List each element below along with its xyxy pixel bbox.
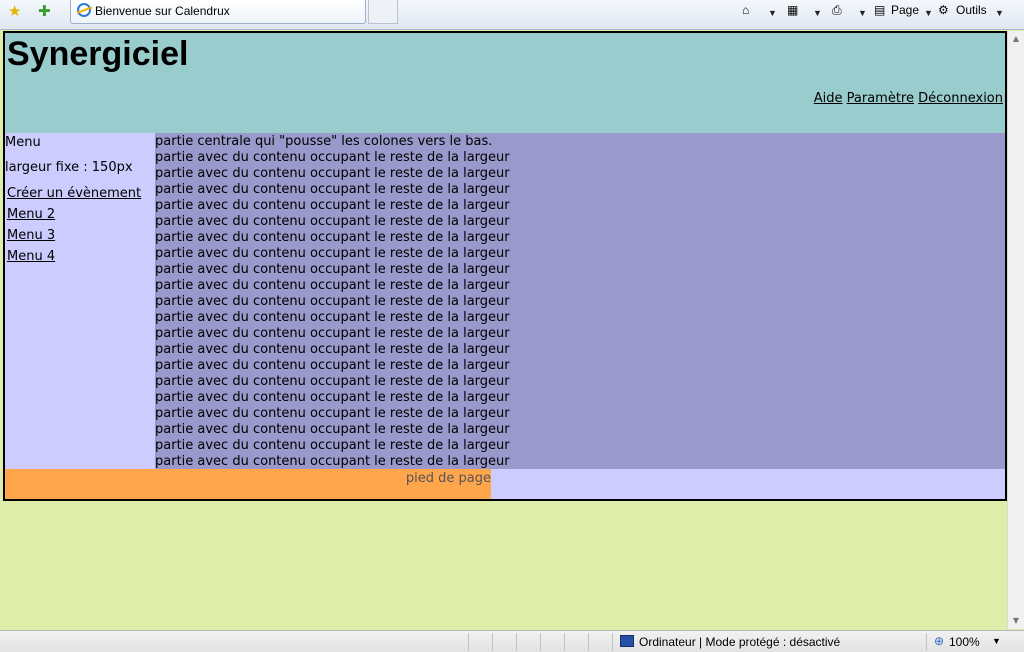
main-content-line: partie avec du contenu occupant le reste…	[155, 342, 510, 357]
main-content-line: partie avec du contenu occupant le reste…	[155, 422, 510, 437]
main-content-line: partie avec du contenu occupant le reste…	[155, 294, 510, 309]
home-dropdown-icon[interactable]: ▼	[768, 4, 777, 24]
main-content-line: partie avec du contenu occupant le reste…	[155, 390, 510, 405]
scroll-up-icon[interactable]: ▲	[1008, 31, 1024, 47]
main-intro-line: partie centrale qui "pousse" les colones…	[155, 134, 493, 149]
sidebar: Menu largeur fixe : 150px Créer un évène…	[5, 133, 155, 469]
status-bar: Ordinateur | Mode protégé : désactivé ⊕ …	[0, 630, 1024, 652]
main-content-line: partie avec du contenu occupant le reste…	[155, 310, 510, 325]
zoom-dropdown-icon[interactable]: ▼	[992, 636, 1001, 646]
header-nav: Aide Paramètre Déconnexion	[814, 91, 1003, 106]
sidebar-link-menu-3[interactable]: Menu 3	[7, 228, 55, 243]
main-content: partie centrale qui "pousse" les colones…	[155, 133, 1005, 469]
nav-link-deconnexion[interactable]: Déconnexion	[918, 91, 1003, 106]
main-content-line: partie avec du contenu occupant le reste…	[155, 246, 510, 261]
add-favorite-icon[interactable]: ✚	[38, 2, 51, 20]
status-divider	[926, 633, 927, 651]
page-footer: pied de page	[5, 469, 491, 499]
page-container: Synergiciel Aide Paramètre Déconnexion M…	[3, 31, 1007, 501]
page-menu-button[interactable]: Page	[891, 1, 919, 21]
sidebar-link-menu-4[interactable]: Menu 4	[7, 249, 55, 264]
status-divider	[612, 633, 613, 651]
main-content-line: partie avec du contenu occupant le reste…	[155, 166, 510, 181]
home-icon[interactable]: ⌂	[742, 1, 749, 21]
status-divider	[492, 633, 493, 651]
sidebar-link-menu-2[interactable]: Menu 2	[7, 207, 55, 222]
site-header: Synergiciel Aide Paramètre Déconnexion	[5, 33, 1005, 133]
printer-icon[interactable]: ⎙	[832, 1, 842, 21]
zoom-icon: ⊕	[934, 634, 945, 648]
tab-title: Bienvenue sur Calendrux	[95, 4, 230, 18]
page-icon: ▤	[874, 3, 886, 17]
status-divider	[540, 633, 541, 651]
computer-zone-icon	[620, 635, 634, 647]
sidebar-link-create-event[interactable]: Créer un évènement	[7, 186, 141, 201]
status-divider	[564, 633, 565, 651]
gear-icon: ⚙	[938, 3, 949, 17]
main-content-line: partie avec du contenu occupant le reste…	[155, 358, 510, 373]
page-dropdown-icon[interactable]: ▼	[924, 4, 933, 24]
main-content-line: partie avec du contenu occupant le reste…	[155, 150, 510, 165]
footer-text: pied de page	[405, 471, 491, 486]
tools-menu-button[interactable]: Outils	[956, 1, 987, 21]
browser-tab[interactable]: Bienvenue sur Calendrux	[70, 0, 366, 24]
main-content-line: partie avec du contenu occupant le reste…	[155, 182, 510, 197]
sidebar-heading: Menu	[5, 135, 41, 150]
main-content-line: partie avec du contenu occupant le reste…	[155, 374, 510, 389]
ie-icon	[77, 3, 91, 17]
tools-dropdown-icon[interactable]: ▼	[995, 4, 1004, 24]
security-zone-status[interactable]: Ordinateur | Mode protégé : désactivé	[639, 635, 840, 649]
sidebar-width-note: largeur fixe : 150px	[5, 160, 133, 175]
main-content-line: partie avec du contenu occupant le reste…	[155, 198, 510, 213]
favorites-star-icon[interactable]: ★	[8, 2, 21, 20]
main-content-line: partie avec du contenu occupant le reste…	[155, 262, 510, 277]
main-content-line: partie avec du contenu occupant le reste…	[155, 230, 510, 245]
main-content-line: partie avec du contenu occupant le reste…	[155, 438, 510, 453]
zoom-level[interactable]: 100%	[949, 635, 980, 649]
main-content-line: partie avec du contenu occupant le reste…	[155, 326, 510, 341]
rss-dropdown-icon[interactable]: ▼	[813, 4, 822, 24]
main-content-line: partie avec du contenu occupant le reste…	[155, 214, 510, 229]
nav-link-aide[interactable]: Aide	[814, 91, 843, 106]
main-content-line: partie avec du contenu occupant le reste…	[155, 278, 510, 293]
main-content-line: partie avec du contenu occupant le reste…	[155, 454, 510, 469]
browser-toolbar: ★ ✚ Bienvenue sur Calendrux ⌂ ▼ ▦ ▼ ⎙ ▼ …	[0, 0, 1024, 30]
scroll-down-icon[interactable]: ▼	[1008, 613, 1024, 629]
site-title: Synergiciel	[7, 35, 189, 73]
nav-link-parametre[interactable]: Paramètre	[847, 91, 914, 106]
status-divider	[516, 633, 517, 651]
main-content-line: partie avec du contenu occupant le reste…	[155, 406, 510, 421]
status-divider	[588, 633, 589, 651]
main-lines: partie avec du contenu occupant le reste…	[155, 150, 1005, 470]
vertical-scrollbar[interactable]: ▲ ▼	[1007, 31, 1024, 629]
new-tab-button[interactable]	[368, 0, 398, 24]
rss-icon[interactable]: ▦	[787, 1, 798, 21]
status-divider	[468, 633, 469, 651]
print-dropdown-icon[interactable]: ▼	[858, 4, 867, 24]
